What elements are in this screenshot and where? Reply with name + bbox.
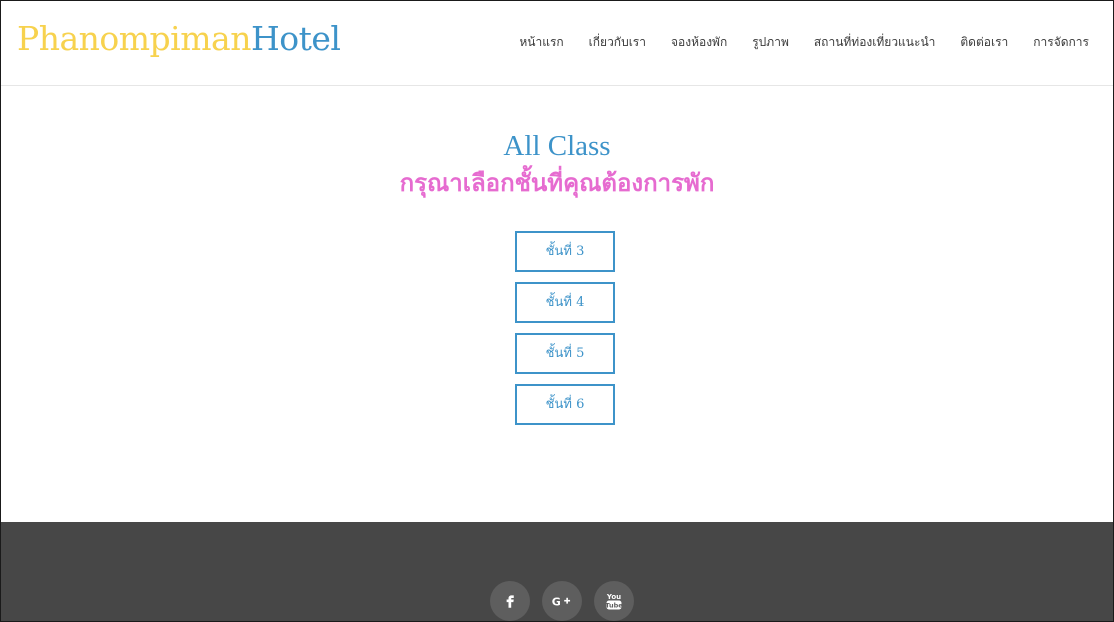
facebook-icon [506,595,514,608]
google-plus-icon: G [552,595,571,608]
page-frame: PhanompimanHotel หน้าแรก เกี่ยวกับเรา จอ… [0,0,1114,622]
svg-text:G: G [552,595,561,608]
google-plus-button[interactable]: G [542,581,582,621]
floor-list: ชั้นที่ 3 ชั้นที่ 4 ชั้นที่ 5 ชั้นที่ 6 [515,231,615,435]
svg-text:You: You [606,593,621,601]
nav-item-booking[interactable]: จองห้องพัก [671,33,727,51]
navbar: PhanompimanHotel หน้าแรก เกี่ยวกับเรา จอ… [1,1,1113,86]
youtube-button[interactable]: You Tube [594,581,634,621]
facebook-button[interactable] [490,581,530,621]
nav-item-gallery[interactable]: รูปภาพ [752,33,789,51]
floor-5-button[interactable]: ชั้นที่ 5 [515,333,615,374]
brand-name-part2: Hotel [250,19,341,58]
nav-item-management[interactable]: การจัดการ [1033,33,1089,51]
social-links: G You Tube [490,581,634,621]
footer: G You Tube [1,522,1113,621]
main-content: All Class กรุณาเลือกชั้นที่คุณต้องการพัก… [1,86,1113,521]
page-title: All Class [503,130,611,162]
floor-3-button[interactable]: ชั้นที่ 3 [515,231,615,272]
brand-logo[interactable]: PhanompimanHotel [17,19,341,59]
page-subtitle: กรุณาเลือกชั้นที่คุณต้องการพัก [399,169,715,197]
brand-name-part1: Phanompiman [17,19,251,58]
nav-item-home[interactable]: หน้าแรก [519,33,563,51]
floor-4-button[interactable]: ชั้นที่ 4 [515,282,615,323]
svg-text:Tube: Tube [605,602,623,610]
nav-item-attractions[interactable]: สถานที่ท่องเที่ยวแนะนำ [814,33,936,51]
youtube-icon: You Tube [605,593,623,610]
nav-item-contact[interactable]: ติดต่อเรา [960,33,1008,51]
nav-item-about[interactable]: เกี่ยวกับเรา [589,33,646,51]
floor-6-button[interactable]: ชั้นที่ 6 [515,384,615,425]
main-nav: หน้าแรก เกี่ยวกับเรา จองห้องพัก รูปภาพ ส… [519,33,1089,51]
